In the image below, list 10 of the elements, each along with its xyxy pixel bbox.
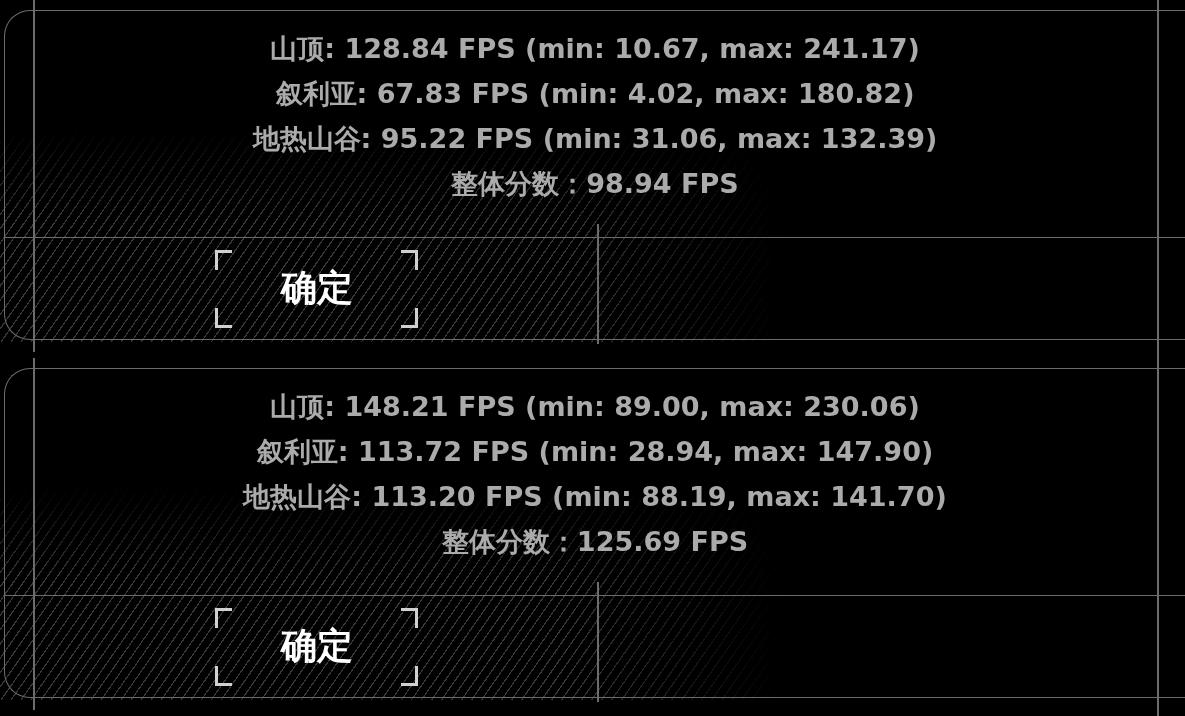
result-line: 山顶: 128.84 FPS (min: 10.67, max: 241.17) — [270, 32, 920, 66]
result-line: 叙利亚: 67.83 FPS (min: 4.02, max: 180.82) — [275, 77, 915, 111]
overall-score: 整体分数：98.94 FPS — [451, 167, 739, 201]
confirm-button[interactable]: 确定 — [215, 249, 418, 328]
confirm-button[interactable]: 确定 — [215, 607, 418, 686]
result-line: 山顶: 148.21 FPS (min: 89.00, max: 230.06) — [270, 390, 920, 424]
result-line: 地热山谷: 95.22 FPS (min: 31.06, max: 132.39) — [252, 122, 938, 156]
result-line: 地热山谷: 113.20 FPS (min: 88.19, max: 141.70) — [243, 480, 947, 514]
result-line: 叙利亚: 113.72 FPS (min: 28.94, max: 147.90) — [256, 435, 934, 469]
overall-score: 整体分数：125.69 FPS — [441, 525, 749, 559]
